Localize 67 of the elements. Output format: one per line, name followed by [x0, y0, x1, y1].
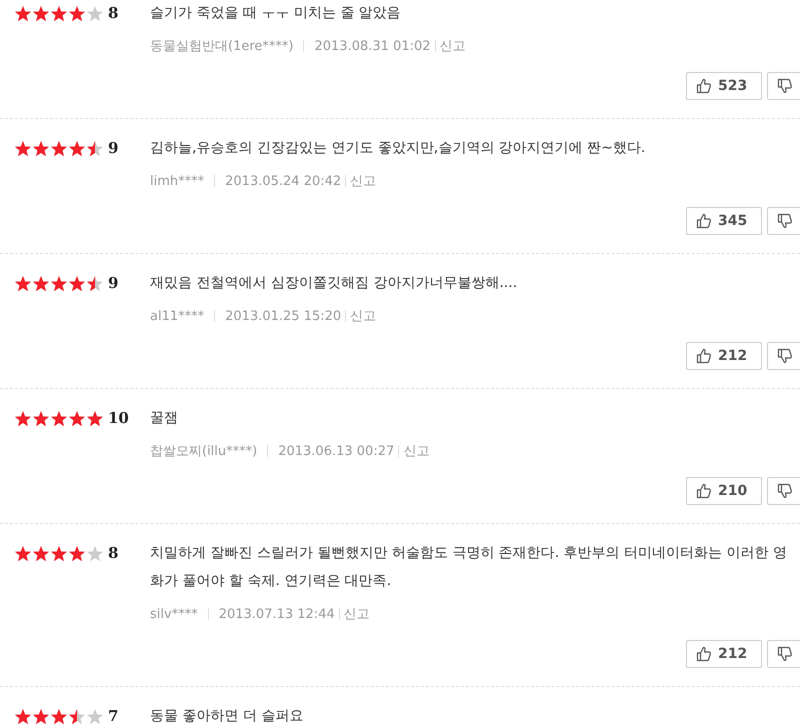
star-icon — [14, 708, 32, 724]
review-text: 꿀잼 — [150, 409, 179, 428]
thumbs-up-icon — [696, 348, 712, 364]
author-name: limh**** — [150, 174, 204, 188]
star-icon — [14, 410, 32, 426]
author-name: 찹쌀모찌(illu****) — [150, 443, 258, 460]
score: 9 — [108, 274, 118, 292]
review-text: 동물 좋아하면 더 슬퍼요 — [150, 707, 304, 726]
author-name: 동물실험반대(1ere****) — [150, 38, 294, 55]
thumbs-down-icon — [777, 348, 793, 364]
star-icon — [32, 544, 50, 562]
thumbs-down-icon — [777, 646, 793, 662]
score: 8 — [108, 4, 118, 22]
thumbs-down-icon — [777, 213, 793, 229]
score: 9 — [108, 139, 118, 157]
star-icon — [50, 274, 68, 292]
author-name: silv**** — [150, 606, 198, 622]
review-text: 치밀하게 잘빠진 스릴러가 될뻔했지만 허술함도 극명히 존재한다. 후반부의 터미네이터화는 이러한 영화가 풀어야 할 숙제. 연기력은 대만족. — [150, 544, 788, 591]
star-icon — [68, 140, 86, 156]
star-icon — [68, 4, 86, 22]
star-icon — [32, 274, 50, 292]
review-date: 2013.08.31 01:02 — [314, 38, 431, 54]
thumbs-up-icon — [696, 213, 712, 229]
star-icon — [32, 140, 50, 156]
star-icon — [50, 4, 68, 22]
review-date: 2013.05.24 20:42 — [225, 174, 342, 188]
like-button[interactable]: 212 — [686, 640, 762, 668]
thumbs-down-icon — [777, 78, 793, 94]
review-text: 재밌음 전철역에서 심장이쫄깃해짐 강아지가너무불쌍해.... — [150, 274, 518, 293]
star-icon — [86, 274, 104, 292]
review-date: 2013.01.25 15:20 — [225, 308, 342, 324]
review-text: 김하늘,유승호의 긴장감있는 연기도 좋았지만,슬기역의 강아지연기에 짠~했다. — [150, 139, 646, 158]
thumbs-up-icon — [696, 78, 712, 94]
star-icon — [50, 410, 68, 426]
star-icon — [50, 544, 68, 562]
score: 7 — [108, 707, 118, 725]
star-icon — [86, 140, 104, 156]
star-icon — [32, 4, 50, 22]
author-name: al11**** — [150, 308, 204, 324]
star-icon — [32, 708, 50, 724]
like-button[interactable]: 212 — [686, 342, 762, 370]
star-icon — [68, 544, 86, 562]
thumbs-up-icon — [696, 646, 712, 662]
star-icon — [50, 708, 68, 724]
like-button[interactable]: 210 — [686, 477, 762, 505]
star-icon — [86, 708, 104, 724]
review-date: 2013.06.13 00:27 — [278, 444, 394, 458]
star-icon — [14, 140, 32, 156]
thumbs-up-icon — [696, 483, 712, 499]
thumbs-down-icon — [777, 483, 793, 499]
star-icon — [14, 544, 32, 562]
score: 8 — [108, 544, 118, 562]
star-icon — [86, 410, 104, 426]
score: 10 — [108, 409, 129, 427]
star-icon — [50, 140, 68, 156]
star-icon — [32, 410, 50, 426]
review-date: 2013.07.13 12:44 — [218, 606, 335, 622]
like-button[interactable]: 345 — [686, 207, 762, 235]
like-button[interactable]: 523 — [686, 72, 762, 100]
star-icon — [86, 544, 104, 562]
star-icon — [68, 274, 86, 292]
star-icon — [68, 708, 86, 724]
star-icon — [86, 4, 104, 22]
star-icon — [14, 4, 32, 22]
star-icon — [68, 410, 86, 426]
review-text: 슬기가 죽었을 때 ㅜㅜ 미치는 줄 알았음 — [150, 4, 402, 23]
star-icon — [14, 274, 32, 292]
